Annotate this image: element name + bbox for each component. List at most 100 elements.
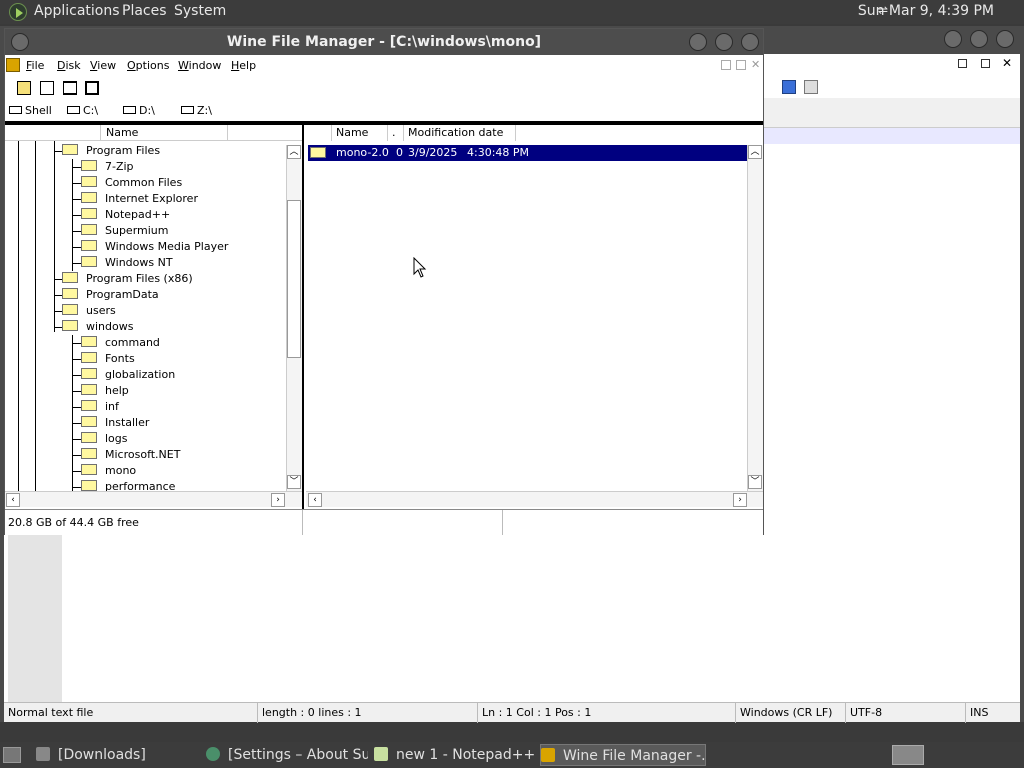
tree-scroll-thumb[interactable] bbox=[287, 200, 301, 358]
tree-line bbox=[72, 215, 81, 216]
tile-vertical-icon[interactable] bbox=[85, 81, 99, 95]
doc-close-icon[interactable]: ✕ bbox=[1002, 56, 1012, 70]
scroll-up-icon[interactable]: ︿ bbox=[748, 145, 762, 159]
scroll-down-icon[interactable]: ﹀ bbox=[287, 475, 301, 489]
task-settings[interactable]: [Settings – About Su... bbox=[206, 744, 368, 766]
file-row-selected[interactable]: mono-2.0 0 3/9/2025 4:30:48 PM bbox=[308, 145, 748, 161]
workspace-switcher[interactable] bbox=[892, 745, 924, 765]
scroll-up-icon[interactable]: ︿ bbox=[287, 145, 301, 159]
list-header-name[interactable]: Name bbox=[332, 125, 388, 141]
run-icon[interactable] bbox=[804, 80, 818, 94]
tree-item[interactable]: windows bbox=[62, 319, 133, 335]
menu-view[interactable]: View bbox=[90, 59, 116, 72]
applications-menu[interactable]: Applications bbox=[34, 3, 120, 19]
child-minimize-icon[interactable] bbox=[721, 60, 731, 70]
task-downloads[interactable]: [Downloads] bbox=[36, 744, 198, 766]
tree-item[interactable]: logs bbox=[81, 431, 128, 447]
status-length: length : 0 lines : 1 bbox=[258, 703, 478, 723]
drive-z[interactable]: Z:\ bbox=[181, 104, 212, 117]
scroll-down-icon[interactable]: ﹀ bbox=[748, 475, 762, 489]
tree-item[interactable]: Microsoft.NET bbox=[81, 447, 180, 463]
tree-item[interactable]: Internet Explorer bbox=[81, 191, 198, 207]
tree-item[interactable]: inf bbox=[81, 399, 119, 415]
tree-item[interactable]: Supermium bbox=[81, 223, 169, 239]
places-menu[interactable]: Places bbox=[122, 3, 167, 19]
tree-item[interactable]: 7-Zip bbox=[81, 159, 134, 175]
menu-file[interactable]: File bbox=[26, 59, 44, 72]
menu-options[interactable]: Options bbox=[127, 59, 169, 72]
window-menu-icon[interactable] bbox=[11, 33, 29, 51]
list-header-date[interactable]: Modification date bbox=[404, 125, 516, 141]
tree-item[interactable]: Windows Media Player bbox=[81, 239, 228, 255]
tree-line bbox=[54, 141, 55, 332]
folder-icon bbox=[81, 256, 97, 267]
distro-logo-icon[interactable] bbox=[9, 3, 27, 21]
scroll-right-icon[interactable]: › bbox=[733, 493, 747, 507]
drive-label: Z:\ bbox=[197, 104, 212, 117]
drive-icon bbox=[123, 106, 136, 114]
folder-icon bbox=[62, 304, 78, 315]
file-list-pane[interactable]: Name . Modification date mono-2.0 0 3/9/… bbox=[306, 125, 763, 509]
tree-item[interactable]: Installer bbox=[81, 415, 149, 431]
task-wine-file-manager[interactable]: Wine File Manager -... bbox=[540, 744, 706, 766]
wfm-maximize-icon[interactable] bbox=[715, 33, 733, 51]
status-insert-mode[interactable]: INS bbox=[966, 703, 1020, 723]
minimize-icon[interactable] bbox=[944, 30, 962, 48]
status-encoding[interactable]: UTF-8 bbox=[846, 703, 966, 723]
tree-line bbox=[72, 247, 81, 248]
wfm-close-icon[interactable] bbox=[741, 33, 759, 51]
clock[interactable]: Sun Mar 9, 4:39 PM bbox=[858, 3, 994, 19]
status-free-space: 20.8 GB of 44.4 GB free bbox=[5, 510, 303, 535]
wfm-statusbar: 20.8 GB of 44.4 GB free bbox=[5, 509, 763, 535]
scroll-right-icon[interactable]: › bbox=[271, 493, 285, 507]
tree-item[interactable]: globalization bbox=[81, 367, 175, 383]
child-restore-icon[interactable] bbox=[736, 60, 746, 70]
tree-item[interactable]: Windows NT bbox=[81, 255, 173, 271]
list-header-size[interactable]: . bbox=[388, 125, 404, 141]
wfm-titlebar[interactable]: Wine File Manager - [C:\windows\mono] bbox=[5, 29, 763, 55]
menu-help[interactable]: Help bbox=[231, 59, 256, 72]
menu-disk[interactable]: Disk bbox=[57, 59, 81, 72]
tree-hscrollbar[interactable]: ‹ › bbox=[5, 491, 302, 507]
drive-shell[interactable]: Shell bbox=[9, 104, 52, 117]
show-desktop-icon[interactable] bbox=[3, 747, 21, 763]
task-notepad[interactable]: new 1 - Notepad++ ... bbox=[374, 744, 536, 766]
tree-line bbox=[72, 263, 81, 264]
scroll-left-icon[interactable]: ‹ bbox=[308, 493, 322, 507]
tree-item[interactable]: Program Files (x86) bbox=[62, 271, 193, 287]
scroll-left-icon[interactable]: ‹ bbox=[6, 493, 20, 507]
directory-tree-pane[interactable]: Name Program Files 7-Zip Common Files Inter… bbox=[5, 125, 302, 509]
tree-item[interactable]: Program Files bbox=[62, 143, 160, 159]
drive-d[interactable]: D:\ bbox=[123, 104, 155, 117]
tile-horizontal-icon[interactable] bbox=[63, 81, 77, 95]
child-close-icon[interactable]: ✕ bbox=[751, 58, 760, 71]
doc-minimize-icon[interactable] bbox=[958, 59, 967, 68]
tree-item[interactable]: mono bbox=[81, 463, 136, 479]
tree-item[interactable]: Fonts bbox=[81, 351, 135, 367]
tree-item[interactable]: Notepad++ bbox=[81, 207, 170, 223]
close-icon[interactable] bbox=[996, 30, 1014, 48]
tree-item[interactable]: ProgramData bbox=[62, 287, 159, 303]
menu-window[interactable]: Window bbox=[178, 59, 221, 72]
doc-restore-icon[interactable] bbox=[981, 59, 990, 68]
tree-line bbox=[72, 391, 81, 392]
tree-item[interactable]: Common Files bbox=[81, 175, 182, 191]
folder-icon bbox=[81, 176, 97, 187]
tree-item[interactable]: command bbox=[81, 335, 160, 351]
status-eol[interactable]: Windows (CR LF) bbox=[736, 703, 846, 723]
macro-icon[interactable] bbox=[782, 80, 796, 94]
system-menu[interactable]: System bbox=[174, 3, 226, 19]
tree-item[interactable]: help bbox=[81, 383, 129, 399]
tree-line bbox=[72, 359, 81, 360]
list-hscrollbar[interactable]: ‹ › bbox=[306, 491, 763, 507]
connect-drive-icon[interactable] bbox=[17, 81, 31, 95]
list-vscrollbar[interactable]: ︿ ﹀ bbox=[747, 145, 763, 491]
drive-c[interactable]: C:\ bbox=[67, 104, 98, 117]
tree-item[interactable]: users bbox=[62, 303, 116, 319]
wfm-minimize-icon[interactable] bbox=[689, 33, 707, 51]
file-manager-icon[interactable] bbox=[6, 58, 20, 72]
tree-header-name[interactable]: Name bbox=[102, 125, 228, 141]
tree-vscrollbar[interactable]: ︿ ﹀ bbox=[286, 145, 302, 491]
maximize-icon[interactable] bbox=[970, 30, 988, 48]
cascade-icon[interactable] bbox=[40, 81, 54, 95]
